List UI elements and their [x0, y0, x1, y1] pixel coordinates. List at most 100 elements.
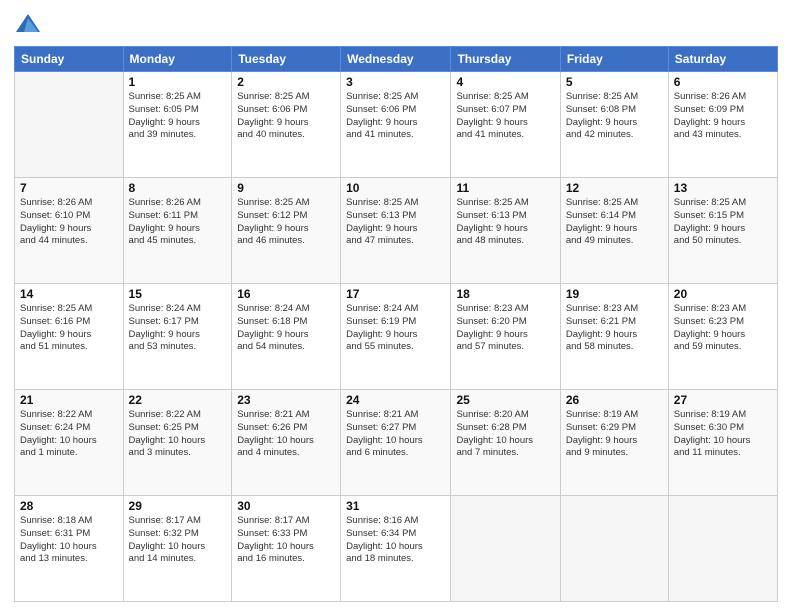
day-number: 19 [566, 287, 663, 301]
day-info: Sunrise: 8:17 AM Sunset: 6:33 PM Dayligh… [237, 515, 335, 566]
day-info: Sunrise: 8:21 AM Sunset: 6:26 PM Dayligh… [237, 409, 335, 460]
calendar-col-wednesday: Wednesday [341, 47, 451, 72]
day-info: Sunrise: 8:24 AM Sunset: 6:17 PM Dayligh… [129, 303, 227, 354]
day-number: 1 [129, 75, 227, 89]
calendar-cell: 30 Sunrise: 8:17 AM Sunset: 6:33 PM Dayli… [232, 496, 341, 602]
day-number: 29 [129, 499, 227, 513]
day-info: Sunrise: 8:18 AM Sunset: 6:31 PM Dayligh… [20, 515, 118, 566]
calendar-cell: 28 Sunrise: 8:18 AM Sunset: 6:31 PM Dayli… [15, 496, 124, 602]
day-number: 16 [237, 287, 335, 301]
calendar-col-sunday: Sunday [15, 47, 124, 72]
calendar-table: SundayMondayTuesdayWednesdayThursdayFrid… [14, 46, 778, 602]
calendar-cell: 14 Sunrise: 8:25 AM Sunset: 6:16 PM Dayli… [15, 284, 124, 390]
day-info: Sunrise: 8:25 AM Sunset: 6:06 PM Dayligh… [237, 91, 335, 142]
day-info: Sunrise: 8:25 AM Sunset: 6:06 PM Dayligh… [346, 91, 445, 142]
calendar-cell: 29 Sunrise: 8:17 AM Sunset: 6:32 PM Dayli… [123, 496, 232, 602]
day-info: Sunrise: 8:25 AM Sunset: 6:14 PM Dayligh… [566, 197, 663, 248]
calendar-cell: 26 Sunrise: 8:19 AM Sunset: 6:29 PM Dayli… [560, 390, 668, 496]
day-info: Sunrise: 8:25 AM Sunset: 6:15 PM Dayligh… [674, 197, 772, 248]
day-number: 6 [674, 75, 772, 89]
calendar-cell: 2 Sunrise: 8:25 AM Sunset: 6:06 PM Daylig… [232, 72, 341, 178]
day-info: Sunrise: 8:23 AM Sunset: 6:20 PM Dayligh… [456, 303, 554, 354]
day-info: Sunrise: 8:25 AM Sunset: 6:05 PM Dayligh… [129, 91, 227, 142]
calendar-cell: 17 Sunrise: 8:24 AM Sunset: 6:19 PM Dayli… [341, 284, 451, 390]
day-number: 2 [237, 75, 335, 89]
day-info: Sunrise: 8:24 AM Sunset: 6:19 PM Dayligh… [346, 303, 445, 354]
day-number: 7 [20, 181, 118, 195]
calendar-cell: 16 Sunrise: 8:24 AM Sunset: 6:18 PM Dayli… [232, 284, 341, 390]
day-number: 21 [20, 393, 118, 407]
day-number: 14 [20, 287, 118, 301]
calendar-col-thursday: Thursday [451, 47, 560, 72]
calendar-cell: 22 Sunrise: 8:22 AM Sunset: 6:25 PM Dayli… [123, 390, 232, 496]
calendar-col-friday: Friday [560, 47, 668, 72]
day-info: Sunrise: 8:22 AM Sunset: 6:24 PM Dayligh… [20, 409, 118, 460]
logo-icon [14, 10, 42, 38]
day-number: 30 [237, 499, 335, 513]
day-number: 13 [674, 181, 772, 195]
logo [14, 10, 46, 38]
day-number: 4 [456, 75, 554, 89]
calendar-cell: 8Sunrise: 8:26 AM Sunset: 6:11 PM Daylig… [123, 178, 232, 284]
day-number: 3 [346, 75, 445, 89]
day-info: Sunrise: 8:25 AM Sunset: 6:07 PM Dayligh… [456, 91, 554, 142]
day-info: Sunrise: 8:19 AM Sunset: 6:29 PM Dayligh… [566, 409, 663, 460]
day-number: 8 [129, 181, 227, 195]
calendar-cell: 11 Sunrise: 8:25 AM Sunset: 6:13 PM Dayli… [451, 178, 560, 284]
calendar-cell [451, 496, 560, 602]
calendar-cell: 12 Sunrise: 8:25 AM Sunset: 6:14 PM Dayli… [560, 178, 668, 284]
day-info: Sunrise: 8:25 AM Sunset: 6:16 PM Dayligh… [20, 303, 118, 354]
day-info: Sunrise: 8:22 AM Sunset: 6:25 PM Dayligh… [129, 409, 227, 460]
calendar-cell: 10Sunrise: 8:25 AM Sunset: 6:13 PM Dayli… [341, 178, 451, 284]
day-number: 17 [346, 287, 445, 301]
day-number: 20 [674, 287, 772, 301]
calendar-cell: 9Sunrise: 8:25 AM Sunset: 6:12 PM Daylig… [232, 178, 341, 284]
day-number: 22 [129, 393, 227, 407]
page: SundayMondayTuesdayWednesdayThursdayFrid… [0, 0, 792, 612]
calendar-cell: 25 Sunrise: 8:20 AM Sunset: 6:28 PM Dayli… [451, 390, 560, 496]
calendar-cell [668, 496, 777, 602]
calendar-cell: 13 Sunrise: 8:25 AM Sunset: 6:15 PM Dayli… [668, 178, 777, 284]
calendar-col-monday: Monday [123, 47, 232, 72]
calendar-week-2: 14 Sunrise: 8:25 AM Sunset: 6:16 PM Dayli… [15, 284, 778, 390]
day-number: 10 [346, 181, 445, 195]
day-info: Sunrise: 8:25 AM Sunset: 6:08 PM Dayligh… [566, 91, 663, 142]
calendar-cell: 4 Sunrise: 8:25 AM Sunset: 6:07 PM Daylig… [451, 72, 560, 178]
day-number: 23 [237, 393, 335, 407]
day-number: 9 [237, 181, 335, 195]
day-info: Sunrise: 8:19 AM Sunset: 6:30 PM Dayligh… [674, 409, 772, 460]
calendar-cell: 27Sunrise: 8:19 AM Sunset: 6:30 PM Dayli… [668, 390, 777, 496]
day-number: 15 [129, 287, 227, 301]
calendar-header-row: SundayMondayTuesdayWednesdayThursdayFrid… [15, 47, 778, 72]
calendar-cell: 7 Sunrise: 8:26 AM Sunset: 6:10 PM Daylig… [15, 178, 124, 284]
calendar-cell: 19 Sunrise: 8:23 AM Sunset: 6:21 PM Dayli… [560, 284, 668, 390]
calendar-cell: 23 Sunrise: 8:21 AM Sunset: 6:26 PM Dayli… [232, 390, 341, 496]
day-number: 25 [456, 393, 554, 407]
day-info: Sunrise: 8:20 AM Sunset: 6:28 PM Dayligh… [456, 409, 554, 460]
calendar-cell: 21 Sunrise: 8:22 AM Sunset: 6:24 PM Dayli… [15, 390, 124, 496]
calendar-cell: 24Sunrise: 8:21 AM Sunset: 6:27 PM Dayli… [341, 390, 451, 496]
day-number: 5 [566, 75, 663, 89]
day-number: 28 [20, 499, 118, 513]
day-number: 11 [456, 181, 554, 195]
day-info: Sunrise: 8:24 AM Sunset: 6:18 PM Dayligh… [237, 303, 335, 354]
calendar-cell: 18Sunrise: 8:23 AM Sunset: 6:20 PM Dayli… [451, 284, 560, 390]
calendar-week-4: 28 Sunrise: 8:18 AM Sunset: 6:31 PM Dayli… [15, 496, 778, 602]
day-number: 12 [566, 181, 663, 195]
calendar-col-saturday: Saturday [668, 47, 777, 72]
day-info: Sunrise: 8:26 AM Sunset: 6:09 PM Dayligh… [674, 91, 772, 142]
day-info: Sunrise: 8:23 AM Sunset: 6:23 PM Dayligh… [674, 303, 772, 354]
day-info: Sunrise: 8:26 AM Sunset: 6:10 PM Dayligh… [20, 197, 118, 248]
calendar-week-3: 21 Sunrise: 8:22 AM Sunset: 6:24 PM Dayli… [15, 390, 778, 496]
day-info: Sunrise: 8:23 AM Sunset: 6:21 PM Dayligh… [566, 303, 663, 354]
calendar-cell: 20 Sunrise: 8:23 AM Sunset: 6:23 PM Dayli… [668, 284, 777, 390]
calendar-week-0: 1 Sunrise: 8:25 AM Sunset: 6:05 PM Daylig… [15, 72, 778, 178]
calendar-cell: 3 Sunrise: 8:25 AM Sunset: 6:06 PM Daylig… [341, 72, 451, 178]
day-info: Sunrise: 8:16 AM Sunset: 6:34 PM Dayligh… [346, 515, 445, 566]
day-info: Sunrise: 8:25 AM Sunset: 6:13 PM Dayligh… [456, 197, 554, 248]
day-info: Sunrise: 8:17 AM Sunset: 6:32 PM Dayligh… [129, 515, 227, 566]
calendar-cell [15, 72, 124, 178]
day-number: 26 [566, 393, 663, 407]
day-info: Sunrise: 8:21 AM Sunset: 6:27 PM Dayligh… [346, 409, 445, 460]
calendar-cell: 31Sunrise: 8:16 AM Sunset: 6:34 PM Dayli… [341, 496, 451, 602]
